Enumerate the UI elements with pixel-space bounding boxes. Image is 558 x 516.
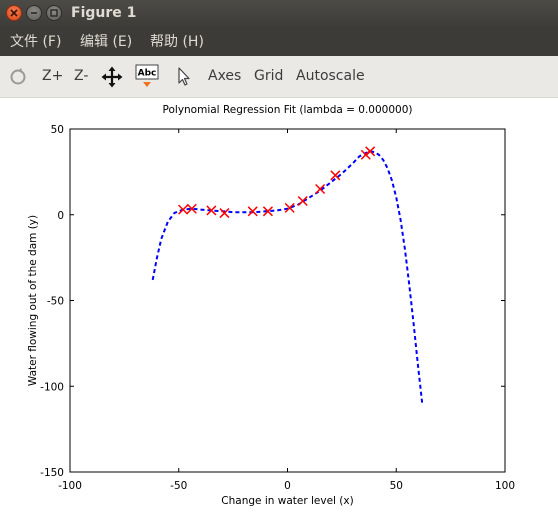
- x-axis-label: Change in water level (x): [221, 495, 353, 507]
- plot-svg: -100 -50 0 50 100500-50-100-150Polynomial Re…: [27, 104, 515, 507]
- fit-line-series: [151, 150, 424, 406]
- title-bar: Figure 1: [0, 0, 558, 27]
- x-tick-label: -50: [170, 480, 187, 492]
- y-tick-label: -100: [40, 381, 64, 393]
- axes-button[interactable]: Axes: [208, 68, 241, 84]
- window-title: Figure 1: [71, 5, 137, 21]
- menu-edit[interactable]: 编辑 (E): [80, 34, 132, 50]
- pan-icon[interactable]: [100, 56, 124, 98]
- data-point-marker: [178, 204, 189, 215]
- x-tick-label: 0: [284, 480, 291, 492]
- grid-button[interactable]: Grid: [254, 68, 283, 84]
- text-tool-icon[interactable]: Abc: [135, 56, 161, 98]
- menu-file[interactable]: 文件 (F): [10, 34, 61, 50]
- y-tick-label: -150: [40, 467, 64, 479]
- maximize-icon[interactable]: [46, 5, 62, 21]
- zoom-in-button[interactable]: Z+: [42, 68, 63, 84]
- x-tick-label: 50: [390, 480, 403, 492]
- text-tool-label: Abc: [138, 69, 157, 79]
- rotate-icon[interactable]: [6, 56, 30, 98]
- menu-help[interactable]: 帮助 (H): [150, 34, 204, 50]
- plot-area-frame: [69, 128, 506, 473]
- toolbar: Z+ Z- Abc Axes Grid Autoscale: [0, 56, 558, 98]
- y-axis-label: Water flowing out of the dam (y): [27, 215, 39, 386]
- y-tick-label: -50: [47, 296, 64, 308]
- x-tick-label: 100: [495, 480, 515, 492]
- menu-bar: 文件 (F) 编辑 (E) 帮助 (H): [0, 27, 558, 56]
- pointer-icon[interactable]: [175, 56, 193, 98]
- y-tick-label: 50: [51, 124, 64, 136]
- zoom-out-button[interactable]: Z-: [74, 68, 88, 84]
- minimize-icon[interactable]: [26, 5, 42, 21]
- x-tick-label: -100: [58, 480, 82, 492]
- figure-canvas: -100 -50 0 50 100 50 0 -50 -100 -150 Polynomial Re…: [0, 98, 558, 516]
- autoscale-button[interactable]: Autoscale: [296, 68, 365, 84]
- data-point-marker: [297, 195, 308, 207]
- close-icon[interactable]: [6, 5, 22, 21]
- data-point-marker: [219, 208, 230, 219]
- y-tick-label: 0: [57, 210, 64, 222]
- chart-title: Polynomial Regression Fit (lambda = 0.00…: [163, 104, 413, 116]
